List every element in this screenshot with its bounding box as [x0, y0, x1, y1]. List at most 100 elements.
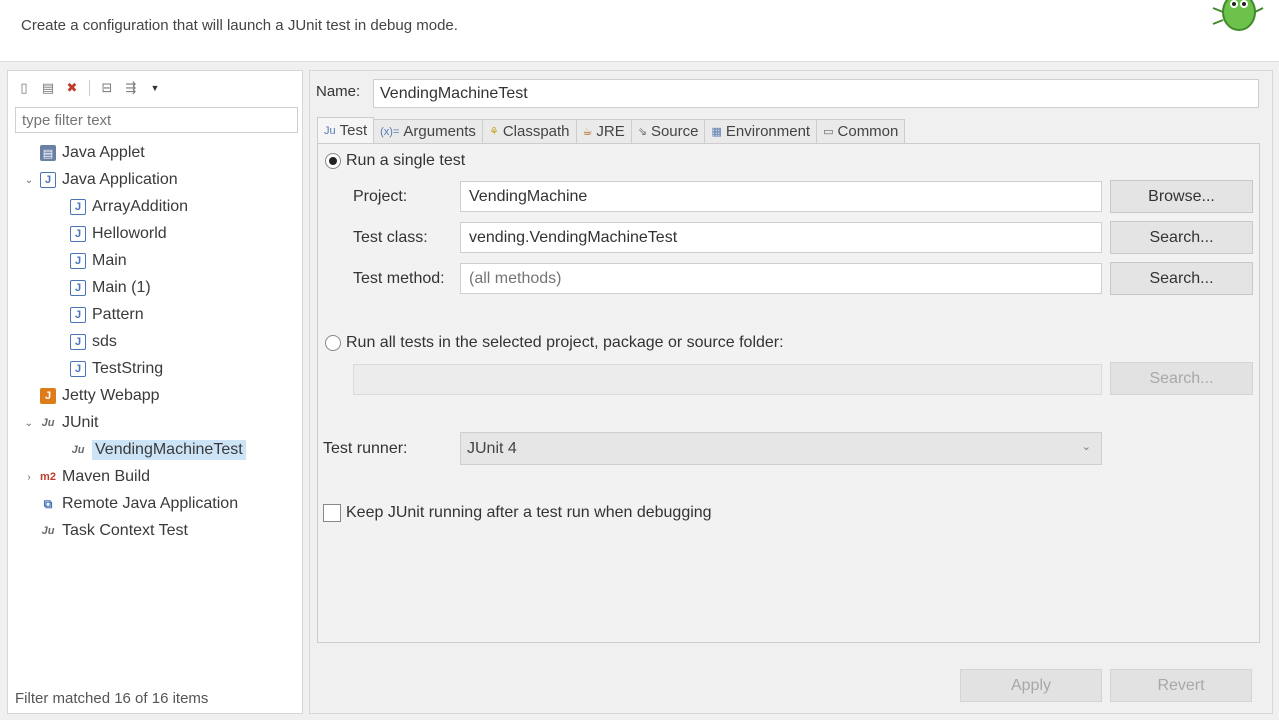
tab-source[interactable]: ⇘ Source — [630, 119, 706, 143]
java-application-icon: J — [70, 199, 86, 215]
browse-button[interactable]: Browse... — [1110, 180, 1253, 213]
java-application-icon: J — [70, 280, 86, 296]
tab-label: Test — [339, 122, 368, 139]
config-name-input[interactable] — [373, 79, 1259, 108]
tree-item-label: Main (1) — [92, 279, 151, 296]
arguments-icon: (x)= — [380, 125, 400, 138]
tree-item-helloworld[interactable]: J Helloworld — [52, 222, 167, 246]
search-class-button[interactable]: Search... — [1110, 221, 1253, 254]
tree-item-java-applet[interactable]: ▤ Java Applet — [22, 141, 145, 165]
test-method-label: Test method: — [353, 270, 445, 287]
tree-item-sds[interactable]: J sds — [52, 330, 117, 354]
search-method-button[interactable]: Search... — [1110, 262, 1253, 295]
source-icon: ⇘ — [637, 126, 647, 138]
view-menu-chevron-down-icon[interactable]: ▼ — [145, 78, 165, 98]
tree-item-teststring[interactable]: J TestString — [52, 357, 163, 381]
tab-environment[interactable]: ▦ Environment — [704, 119, 818, 143]
test-runner-select[interactable]: JUnit 4 ⌄ — [460, 432, 1102, 465]
java-application-icon: J — [40, 172, 56, 188]
apply-button[interactable]: Apply — [960, 669, 1102, 702]
run-single-test-label: Run a single test — [346, 152, 466, 169]
tree-item-remote-java-application[interactable]: ⧉ Remote Java Application — [22, 492, 238, 516]
test-class-label: Test class: — [353, 229, 428, 246]
tree-item-main-1[interactable]: J Main (1) — [52, 276, 151, 300]
filter-status: Filter matched 16 of 16 items — [15, 690, 209, 707]
test-class-field[interactable] — [460, 222, 1102, 253]
project-field[interactable] — [460, 181, 1102, 212]
collapse-all-icon[interactable]: ⊟ — [97, 78, 117, 98]
config-toolbar: ▯ ▤ ✖ ⊟ ⇶ ▼ — [14, 77, 165, 99]
junit-icon: Ju — [324, 124, 336, 137]
junit-icon: Ju — [41, 417, 55, 429]
tree-item-pattern[interactable]: J Pattern — [52, 303, 144, 327]
tab-label: Classpath — [502, 123, 570, 140]
tab-arguments[interactable]: (x)= Arguments — [373, 119, 483, 143]
tree-item-label: VendingMachineTest — [92, 440, 246, 460]
tree-item-junit[interactable]: ⌄ Ju JUnit — [22, 411, 99, 435]
tree-item-java-application[interactable]: ⌄ J Java Application — [22, 168, 178, 192]
run-single-test-radio[interactable] — [325, 153, 341, 169]
name-label: Name: — [316, 83, 361, 100]
duplicate-config-icon[interactable]: ▤ — [38, 78, 58, 98]
tree-item-label: Pattern — [92, 306, 144, 323]
tree-item-label: Java Application — [62, 171, 178, 188]
tree-item-vendingmachinetest[interactable]: Ju VendingMachineTest — [52, 438, 246, 462]
java-applet-icon: ▤ — [40, 145, 56, 161]
java-application-icon: J — [70, 307, 86, 323]
tree-item-label: Jetty Webapp — [62, 387, 160, 404]
tree-item-label: Helloworld — [92, 225, 167, 242]
keep-junit-running-label: Keep JUnit running after a test run when… — [346, 504, 712, 521]
run-all-tests-radio[interactable] — [325, 335, 341, 351]
environment-icon: ▦ — [711, 126, 722, 138]
tree-item-maven-build[interactable]: › m2 Maven Build — [22, 465, 150, 489]
jre-icon: ☕ — [582, 126, 593, 138]
classpath-icon: ⚘ — [488, 126, 499, 138]
common-icon: ▭ — [823, 126, 834, 138]
filter-input[interactable] — [15, 107, 298, 133]
test-tab-content: Run a single test Project: Browse... Tes… — [317, 143, 1260, 643]
tree-item-label: ArrayAddition — [92, 198, 189, 215]
expand-chevron-icon[interactable]: ⌄ — [22, 418, 36, 429]
tab-jre[interactable]: ☕ JRE — [575, 119, 632, 143]
tree-item-arrayaddition[interactable]: J ArrayAddition — [52, 195, 188, 219]
maven-icon: m2 — [40, 471, 56, 483]
java-application-icon: J — [70, 226, 86, 242]
test-runner-label: Test runner: — [323, 440, 408, 457]
keep-junit-running-checkbox[interactable] — [323, 504, 341, 522]
delete-config-icon[interactable]: ✖ — [62, 78, 82, 98]
debug-bug-icon — [1212, 0, 1264, 31]
new-config-icon[interactable]: ▯ — [14, 78, 34, 98]
tab-label: JRE — [596, 123, 625, 140]
remote-java-icon: ⧉ — [43, 496, 53, 511]
junit-icon: Ju — [71, 444, 85, 456]
tab-classpath[interactable]: ⚘ Classpath — [481, 119, 577, 143]
expand-chevron-icon[interactable]: › — [22, 472, 36, 483]
launch-config-list-panel: ▯ ▤ ✖ ⊟ ⇶ ▼ ▤ Java Applet ⌄ J Java Appli… — [7, 70, 303, 714]
filter-icon[interactable]: ⇶ — [121, 78, 141, 98]
tree-item-label: Task Context Test — [62, 522, 188, 539]
test-runner-value: JUnit 4 — [467, 440, 517, 457]
revert-button[interactable]: Revert — [1110, 669, 1252, 702]
header-description: Create a configuration that will launch … — [21, 17, 458, 34]
test-method-field[interactable] — [460, 263, 1102, 294]
tab-label: Arguments — [403, 123, 476, 140]
chevron-down-icon: ⌄ — [1081, 441, 1091, 453]
tree-item-jetty-webapp[interactable]: J Jetty Webapp — [22, 384, 160, 408]
tree-item-label: Java Applet — [62, 144, 145, 161]
tab-label: Source — [650, 123, 699, 140]
tree-item-task-context-test[interactable]: Ju Task Context Test — [22, 519, 188, 543]
config-editor-panel: Name: Ju Test (x)= Arguments ⚘ Classpath… — [309, 70, 1273, 714]
tree-item-label: Maven Build — [62, 468, 151, 485]
tab-label: Common — [837, 123, 899, 140]
tree-item-main[interactable]: J Main — [52, 249, 127, 273]
config-tabs: Ju Test (x)= Arguments ⚘ Classpath ☕ JRE… — [317, 117, 906, 143]
toolbar-separator — [89, 80, 90, 96]
tree-item-label: TestString — [92, 360, 164, 377]
tree-item-label: sds — [92, 333, 117, 350]
tab-common[interactable]: ▭ Common — [816, 119, 906, 143]
dialog-header: Create a configuration that will launch … — [0, 0, 1279, 62]
tab-test[interactable]: Ju Test — [317, 117, 375, 143]
java-application-icon: J — [70, 334, 86, 350]
search-container-button: Search... — [1110, 362, 1253, 395]
expand-chevron-icon[interactable]: ⌄ — [22, 175, 36, 186]
